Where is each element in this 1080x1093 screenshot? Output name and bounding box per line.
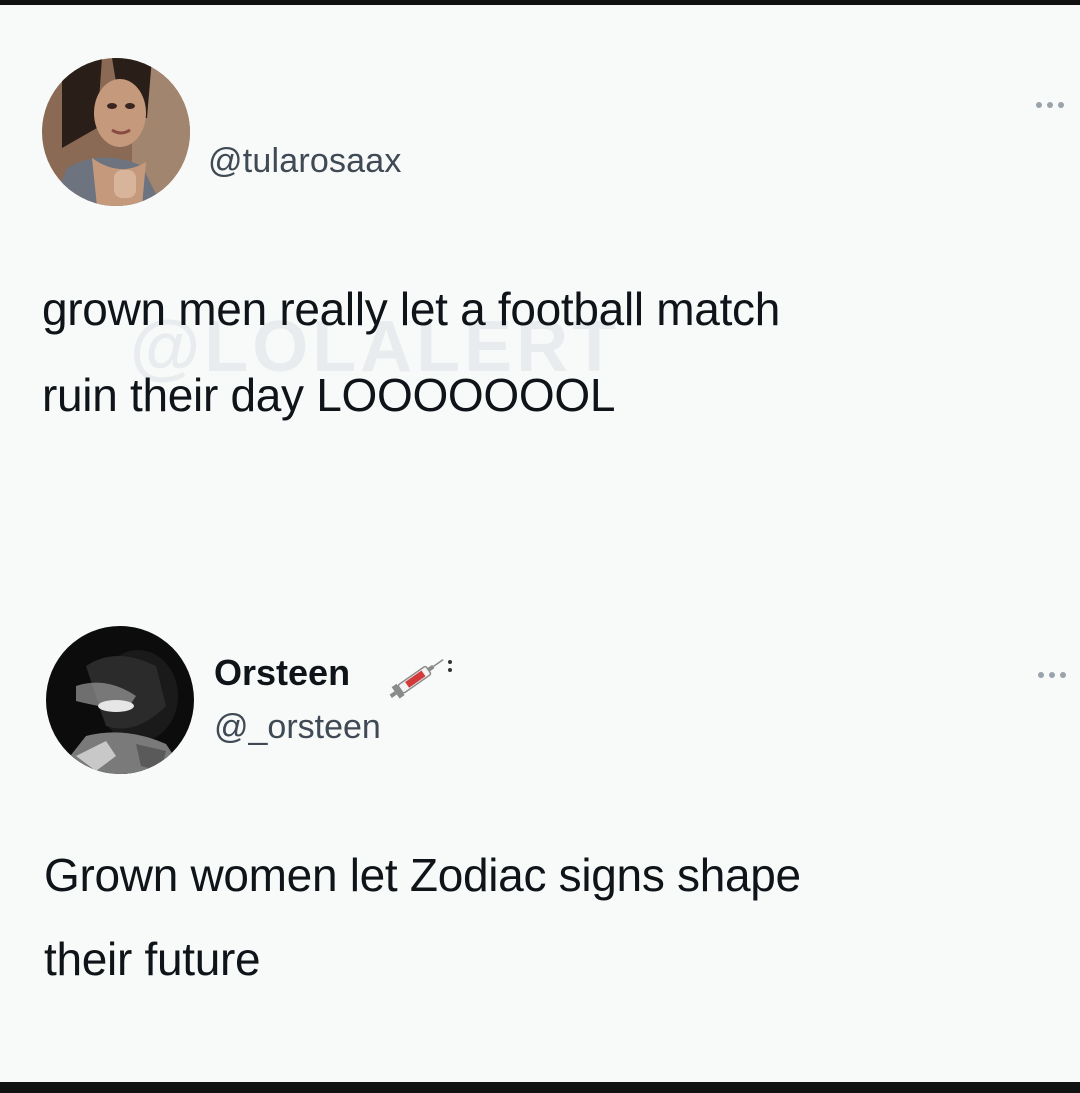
author-handle[interactable]: @tularosaax [208, 142, 402, 181]
screenshot-page: @tularosaax @LOLALERT grown men really l… [0, 0, 1080, 1093]
top-border [0, 0, 1080, 5]
tweet-text-line: Grown women let Zodiac signs shape [44, 849, 801, 901]
profile-photo-icon [46, 626, 194, 774]
author-name[interactable]: Orsteen [214, 652, 350, 694]
tweet-text-line: their future [44, 933, 261, 985]
tweet-text: Grown women let Zodiac signs shape their… [44, 846, 801, 988]
tweet-text: grown men really let a football match ru… [42, 280, 780, 424]
avatar-orsteen[interactable] [46, 626, 194, 774]
author-handle[interactable]: @_orsteen [214, 708, 381, 747]
syringe-icon [382, 652, 454, 700]
bottom-border [0, 1082, 1080, 1093]
more-options-icon[interactable] [1036, 102, 1064, 108]
tweet-text-line: ruin their day LOOOOOOOL [42, 369, 616, 421]
profile-photo-icon [42, 58, 190, 206]
avatar-tularosaax[interactable] [42, 58, 190, 206]
tweet-text-line: grown men really let a football match [42, 283, 781, 335]
more-options-icon[interactable] [1038, 672, 1066, 678]
